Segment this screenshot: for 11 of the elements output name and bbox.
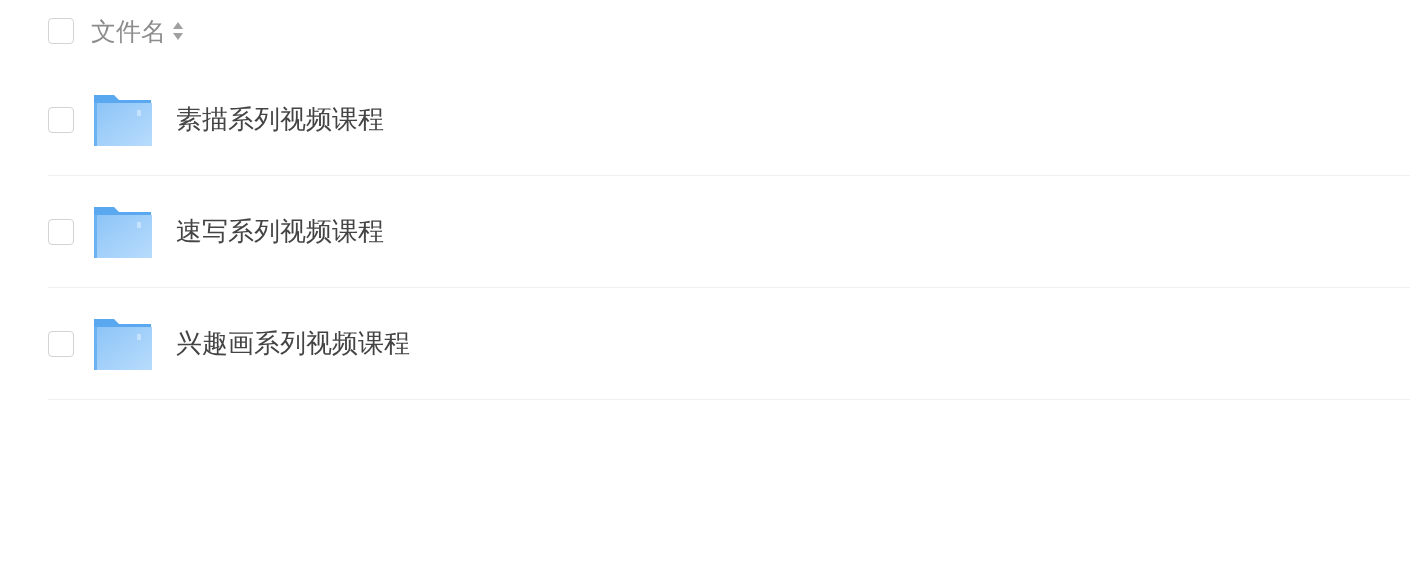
folder-icon	[93, 92, 153, 147]
file-name[interactable]: 兴趣画系列视频课程	[176, 326, 410, 361]
sort-icon[interactable]	[172, 21, 184, 41]
file-name[interactable]: 素描系列视频课程	[176, 102, 384, 137]
checkbox[interactable]	[48, 218, 74, 245]
folder-icon	[93, 316, 153, 371]
checkbox[interactable]	[48, 18, 74, 44]
folder-icon	[93, 204, 153, 259]
file-name[interactable]: 速写系列视频课程	[176, 214, 384, 249]
checkbox[interactable]	[48, 330, 74, 357]
checkbox[interactable]	[48, 106, 74, 133]
